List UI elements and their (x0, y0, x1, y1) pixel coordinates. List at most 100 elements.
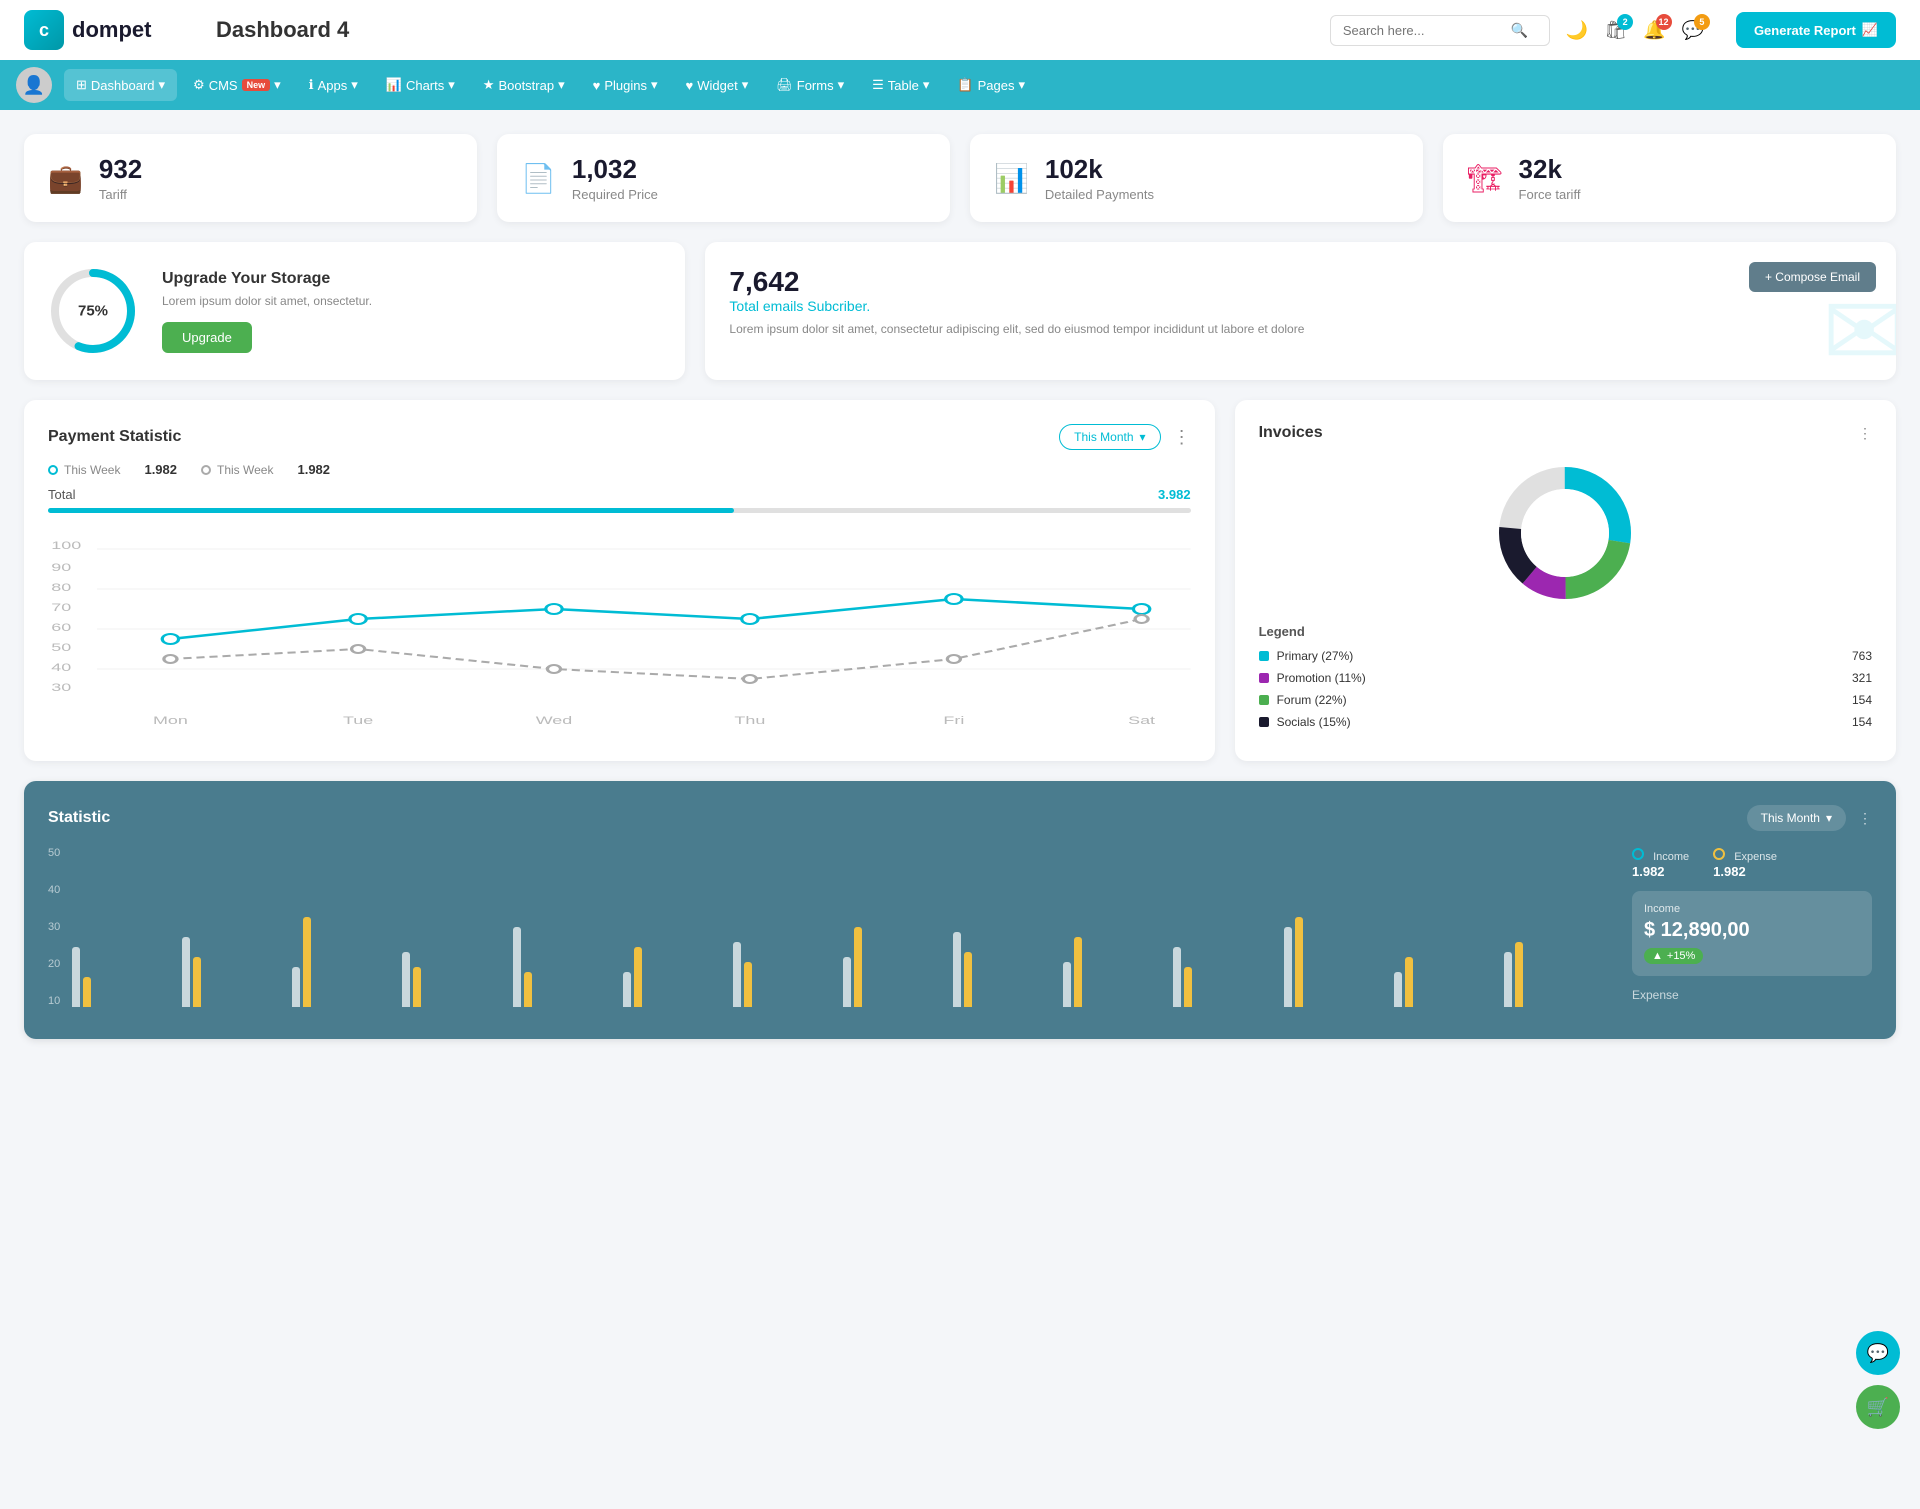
bar-chart-area (72, 847, 1608, 1007)
chevron-down-icon-bootstrap: ▾ (558, 77, 565, 93)
svg-text:50: 50 (51, 642, 71, 654)
charts-icon: 📊 (386, 77, 402, 93)
invoices-more-icon[interactable]: ⋮ (1858, 425, 1872, 442)
legend-item-2: This Week (201, 462, 273, 477)
nav-item-apps[interactable]: ℹ Apps ▾ (297, 69, 370, 101)
tariff-info: 932 Tariff (99, 154, 142, 202)
cart-icon-btn[interactable]: 🛍 2 (1604, 20, 1627, 41)
statistic-filter-button[interactable]: This Month ▾ (1747, 805, 1846, 831)
cart-fab-button[interactable]: 🛒 (1856, 1385, 1900, 1429)
payment-filter-button[interactable]: This Month ▾ (1059, 424, 1160, 450)
navbar: 👤 ⊞ Dashboard ▾ ⚙ CMS New ▾ ℹ Apps ▾ 📊 C… (0, 60, 1920, 110)
legend-title: Legend (1259, 624, 1872, 639)
message-icon-btn[interactable]: 💬 5 (1682, 20, 1704, 41)
nav-item-plugins[interactable]: ♥ Plugins ▾ (581, 69, 670, 101)
cms-new-badge: New (242, 79, 271, 91)
widget-icon: ♥ (686, 78, 694, 93)
chevron-down-icon-table: ▾ (923, 77, 930, 93)
ie-row: Income 1.982 Expense 1.982 (1632, 847, 1872, 879)
upgrade-button[interactable]: Upgrade (162, 322, 252, 353)
bar-group (72, 947, 176, 1007)
invoices-title: Invoices (1259, 424, 1323, 442)
expense-label-bottom: Expense (1632, 988, 1872, 1002)
tariff-value: 932 (99, 154, 142, 185)
bar-yellow (413, 967, 421, 1007)
payment-total-value: 3.982 (1158, 487, 1191, 502)
bar-yellow (303, 917, 311, 1007)
notif-badge: 12 (1656, 14, 1672, 30)
bar-group (402, 952, 506, 1007)
force-tariff-label: Force tariff (1519, 187, 1581, 202)
search-input[interactable] (1343, 23, 1503, 38)
payment-card-header: Payment Statistic This Month ▾ ⋮ (48, 424, 1191, 450)
bar-white (72, 947, 80, 1007)
cart-badge: 2 (1617, 14, 1633, 30)
pages-icon: 📋 (957, 77, 973, 93)
payment-total-label: Total (48, 487, 75, 502)
nav-label-apps: Apps (318, 78, 348, 93)
statistic-more-icon[interactable]: ⋮ (1858, 810, 1872, 827)
nav-label-table: Table (888, 78, 919, 93)
payment-progress-bar (48, 508, 1191, 513)
logo-icon: c (24, 10, 64, 50)
search-box[interactable]: 🔍 (1330, 15, 1550, 46)
header: c dompet Dashboard 4 🔍 🌙 🛍 2 🔔 12 💬 5 Ge… (0, 0, 1920, 60)
nav-item-forms[interactable]: 🖨 Forms ▾ (764, 69, 856, 101)
bar-white (292, 967, 300, 1007)
svg-text:Mon: Mon (153, 715, 188, 727)
dashboard-icon: ⊞ (76, 77, 87, 93)
bar-yellow (1295, 917, 1303, 1007)
logo: c dompet (24, 10, 184, 50)
force-tariff-info: 32k Force tariff (1519, 154, 1581, 202)
generate-report-button[interactable]: Generate Report 📈 (1736, 12, 1896, 48)
generate-report-label: Generate Report (1754, 23, 1856, 38)
income-change: ▲ +15% (1644, 948, 1703, 964)
payment-card: Payment Statistic This Month ▾ ⋮ This We… (24, 400, 1215, 761)
bar-group (1284, 917, 1388, 1007)
more-options-icon[interactable]: ⋮ (1173, 427, 1191, 448)
nav-item-widget[interactable]: ♥ Widget ▾ (674, 69, 761, 101)
middle-row: 75% Upgrade Your Storage Lorem ipsum dol… (24, 242, 1896, 380)
nav-item-cms[interactable]: ⚙ CMS New ▾ (181, 69, 293, 101)
svg-text:80: 80 (51, 582, 71, 594)
svg-text:Sat: Sat (1128, 715, 1156, 727)
support-chat-button[interactable]: 💬 (1856, 1331, 1900, 1375)
theme-toggle-icon[interactable]: 🌙 (1566, 20, 1588, 41)
stat-card-payments: 📊 102k Detailed Payments (970, 134, 1423, 222)
bar-white (733, 942, 741, 1007)
bar-yellow (1074, 937, 1082, 1007)
force-tariff-icon: 🏗 (1467, 162, 1503, 195)
nav-item-dashboard[interactable]: ⊞ Dashboard ▾ (64, 69, 177, 101)
email-count: 7,642 (729, 266, 1872, 298)
email-bg-icon: ✉ (1822, 273, 1896, 380)
cms-icon: ⚙ (193, 77, 205, 93)
chevron-down-icon-plugins: ▾ (651, 77, 658, 93)
nav-label-forms: Forms (797, 78, 834, 93)
chevron-down-icon-charts: ▾ (448, 77, 455, 93)
bar-yellow (854, 927, 862, 1007)
notification-icon-btn[interactable]: 🔔 12 (1643, 20, 1665, 41)
bar-yellow (1184, 967, 1192, 1007)
legend-label-2: This Week (217, 463, 273, 477)
nav-item-bootstrap[interactable]: ★ Bootstrap ▾ (471, 69, 577, 101)
legend-row-socials: Socials (15%) 154 (1259, 715, 1872, 729)
svg-text:Tue: Tue (343, 715, 373, 727)
bar-yellow (193, 957, 201, 1007)
bar-white (182, 937, 190, 1007)
nav-item-charts[interactable]: 📊 Charts ▾ (374, 69, 467, 101)
nav-item-table[interactable]: ☰ Table ▾ (860, 69, 941, 101)
line-chart: 100 90 80 70 60 50 40 30 (48, 529, 1191, 729)
statistic-title: Statistic (48, 809, 110, 827)
chart-icon: 📈 (1862, 22, 1878, 38)
bar-group (182, 937, 286, 1007)
nav-item-pages[interactable]: 📋 Pages ▾ (945, 69, 1037, 101)
nav-label-cms: CMS (209, 78, 238, 93)
storage-progress-ring: 75% (48, 266, 138, 356)
apps-icon: ℹ (309, 77, 314, 93)
storage-desc: Lorem ipsum dolor sit amet, onsectetur. (162, 294, 372, 308)
bottom-row: Payment Statistic This Month ▾ ⋮ This We… (24, 400, 1896, 761)
email-card: + Compose Email 7,642 Total emails Subcr… (705, 242, 1896, 380)
svg-text:Thu: Thu (734, 715, 765, 727)
nav-avatar: 👤 (16, 67, 52, 103)
bar-group (623, 947, 727, 1007)
